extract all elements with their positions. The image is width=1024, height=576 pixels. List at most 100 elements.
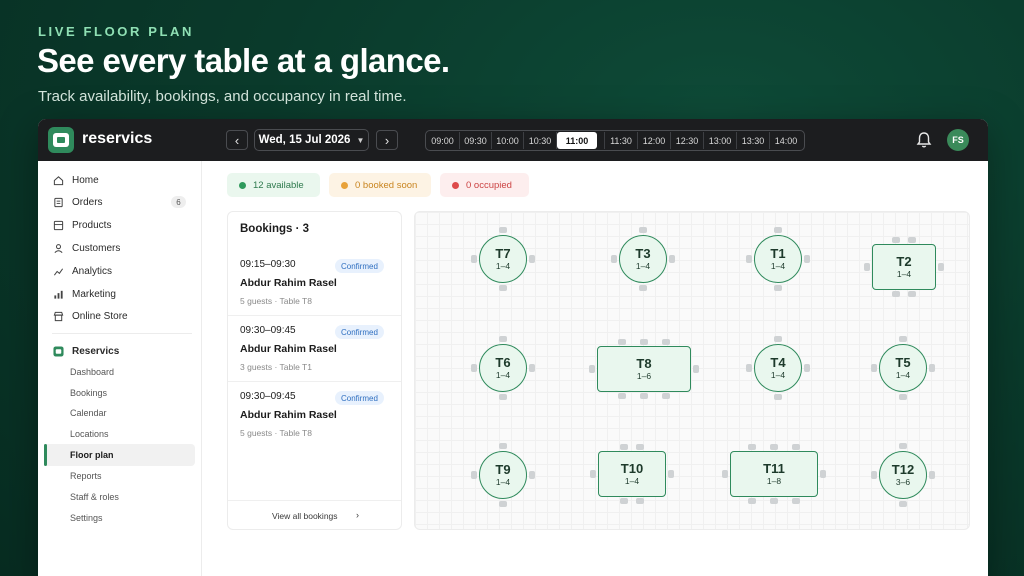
sub-item-floor-plan[interactable]: Floor plan xyxy=(70,447,114,463)
bookings-panel: Bookings · 3 09:15–09:30 Confirmed Abdur… xyxy=(227,211,402,530)
time-slot-gap xyxy=(597,132,605,149)
sub-item-locations[interactable]: Locations xyxy=(70,426,109,442)
sub-item-bookings[interactable]: Bookings xyxy=(70,385,107,401)
chair xyxy=(590,470,596,478)
time-slot-active[interactable]: 11:00 xyxy=(557,132,597,149)
chair xyxy=(899,336,907,342)
sidebar-app-reservics[interactable]: Reservics xyxy=(53,342,119,360)
chair xyxy=(499,285,507,291)
chair xyxy=(639,227,647,233)
next-date-button[interactable]: › xyxy=(376,130,398,150)
sidebar-item-label: Orders xyxy=(72,196,103,208)
occupied-count: 0 occupied xyxy=(466,179,512,191)
chair xyxy=(499,501,507,507)
chair xyxy=(899,443,907,449)
time-slot[interactable]: 12:00 xyxy=(638,132,671,149)
table-t4[interactable]: T4 1–4 xyxy=(754,344,802,392)
time-slot[interactable]: 10:00 xyxy=(492,132,524,149)
table-name: T2 xyxy=(896,253,912,269)
chair xyxy=(620,498,628,504)
sidebar-item-marketing[interactable]: Marketing xyxy=(53,285,116,303)
booking-card[interactable]: 09:15–09:30 Confirmed Abdur Rahim Rasel … xyxy=(228,250,401,316)
table-seats: 1–4 xyxy=(495,476,511,487)
table-t1[interactable]: T1 1–4 xyxy=(754,235,802,283)
occupied-filter-chip[interactable]: 0 occupied xyxy=(440,173,529,197)
chair xyxy=(640,393,648,399)
table-name: T11 xyxy=(763,460,785,476)
sidebar-item-orders[interactable]: Orders xyxy=(53,193,103,211)
floor-plan-canvas: T7 1–4 T3 1–4 T1 1–4 T2 1–4 T6 1–4 T8 1–6 T4 1–4 T5 1–4… xyxy=(414,211,970,530)
sub-item-active-indicator xyxy=(44,444,47,466)
chair xyxy=(770,444,778,450)
sub-item-calendar[interactable]: Calendar xyxy=(70,405,107,421)
table-t11[interactable]: T11 1–8 xyxy=(730,451,818,497)
status-badge: Confirmed xyxy=(335,325,384,339)
sidebar-item-customers[interactable]: Customers xyxy=(53,239,120,257)
table-t3[interactable]: T3 1–4 xyxy=(619,235,667,283)
booking-detail: 5 guests · Table T8 xyxy=(240,428,312,438)
sidebar-item-label: Products xyxy=(72,219,112,231)
booked-filter-chip[interactable]: 0 booked soon xyxy=(329,173,431,197)
topbar: reservics ‹ Wed, 15 Jul 2026 ▼ › 09:00 0… xyxy=(38,119,988,161)
table-name: T3 xyxy=(635,245,651,261)
sidebar-item-analytics[interactable]: Analytics xyxy=(53,262,112,280)
view-all-bookings-link[interactable]: View all bookings › xyxy=(228,500,401,530)
time-slot[interactable]: 09:00 xyxy=(426,132,460,149)
sidebar-item-online-store[interactable]: Online Store xyxy=(53,307,128,325)
table-t12[interactable]: T12 3–6 xyxy=(879,451,927,499)
available-dot xyxy=(239,181,246,189)
sidebar-item-products[interactable]: Products xyxy=(53,216,111,234)
table-name: T6 xyxy=(495,354,511,370)
table-seats: 1–4 xyxy=(895,369,911,380)
bell-icon[interactable] xyxy=(916,131,932,149)
chair xyxy=(770,498,778,504)
sub-item-dashboard[interactable]: Dashboard xyxy=(70,364,114,380)
chair xyxy=(864,263,870,271)
time-slot[interactable]: 12:30 xyxy=(671,132,704,149)
sidebar-item-label: Customers xyxy=(72,242,121,254)
table-t6[interactable]: T6 1–4 xyxy=(479,344,527,392)
chair xyxy=(892,291,900,297)
sub-item-staff-roles[interactable]: Staff & roles xyxy=(70,489,119,505)
chair xyxy=(471,364,477,372)
avatar[interactable]: FS xyxy=(947,129,969,151)
chair xyxy=(820,470,826,478)
table-t7[interactable]: T7 1–4 xyxy=(479,235,527,283)
date-picker[interactable]: Wed, 15 Jul 2026 ▼ xyxy=(254,129,369,151)
chair xyxy=(908,291,916,297)
table-t10[interactable]: T10 1–4 xyxy=(598,451,666,497)
table-t5[interactable]: T5 1–4 xyxy=(879,344,927,392)
table-seats: 1–6 xyxy=(636,370,652,381)
table-t8[interactable]: T8 1–6 xyxy=(597,346,691,392)
sub-item-reports[interactable]: Reports xyxy=(70,468,102,484)
subline: Track availability, bookings, and occupa… xyxy=(38,88,407,105)
time-slot[interactable]: 13:30 xyxy=(737,132,770,149)
available-count: 12 available xyxy=(253,179,304,191)
time-slot[interactable]: 09:30 xyxy=(460,132,492,149)
time-slot[interactable]: 11:30 xyxy=(605,132,638,149)
prev-date-button[interactable]: ‹ xyxy=(226,130,248,150)
logo-icon[interactable] xyxy=(48,127,74,153)
sub-item-settings[interactable]: Settings xyxy=(70,510,103,526)
chair xyxy=(774,227,782,233)
chair xyxy=(929,471,935,479)
brand-name: reservics xyxy=(82,130,153,147)
available-filter-chip[interactable]: 12 available xyxy=(227,173,320,197)
table-t9[interactable]: T9 1–4 xyxy=(479,451,527,499)
booking-time: 09:30–09:45 xyxy=(240,325,296,336)
table-seats: 3–6 xyxy=(895,476,911,487)
booking-card[interactable]: 09:30–09:45 Confirmed Abdur Rahim Rasel … xyxy=(228,382,401,448)
analytics-icon xyxy=(53,267,64,275)
time-slot[interactable]: 10:30 xyxy=(524,132,557,149)
chair xyxy=(471,255,477,263)
sidebar-item-home[interactable]: Home xyxy=(53,171,99,189)
customers-icon xyxy=(54,243,63,253)
chair xyxy=(899,394,907,400)
booking-card[interactable]: 09:30–09:45 Confirmed Abdur Rahim Rasel … xyxy=(228,316,401,382)
time-slot[interactable]: 14:00 xyxy=(770,132,802,149)
table-t2[interactable]: T2 1–4 xyxy=(872,244,936,290)
chair xyxy=(722,470,728,478)
chair xyxy=(529,255,535,263)
time-slot[interactable]: 13:00 xyxy=(704,132,737,149)
chair xyxy=(804,364,810,372)
